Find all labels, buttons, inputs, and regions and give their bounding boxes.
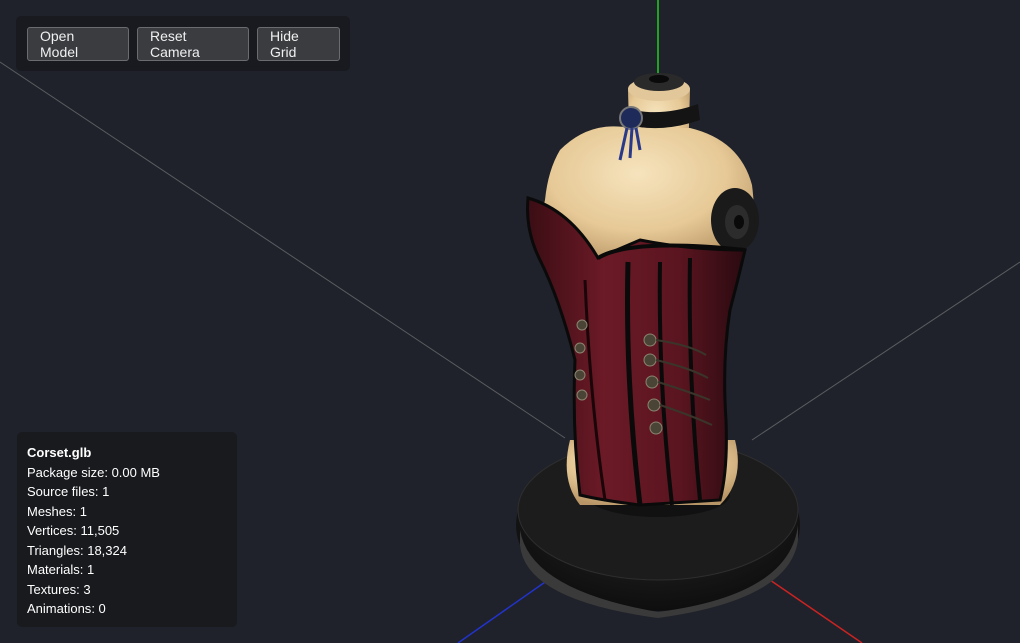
grid-line xyxy=(0,61,566,439)
stat-textures: Textures: 3 xyxy=(27,581,91,597)
open-model-button[interactable]: Open Model xyxy=(27,26,129,61)
stat-label: Meshes xyxy=(27,503,73,519)
stat-triangles: Triangles: 18,324 xyxy=(27,542,127,558)
grid-lines xyxy=(0,61,1020,441)
stat-package-size: Package size: 0.00 MB xyxy=(27,464,160,480)
stat-value: 11,505 xyxy=(80,523,120,538)
stat-label: Triangles xyxy=(27,542,80,558)
stat-value: 18,324 xyxy=(87,542,127,558)
stat-value: 0 xyxy=(98,601,106,616)
stat-meshes: Meshes: 1 xyxy=(27,503,87,519)
model-info-panel: Corset.glb Package size: 0.00 MB Source f… xyxy=(17,432,237,627)
stat-animations: Animations: 0 xyxy=(27,601,106,616)
stat-value: 1 xyxy=(86,562,95,577)
toolbar: Open Model Reset Camera Hide Grid xyxy=(16,16,350,71)
axis-x-line xyxy=(769,579,863,643)
reset-camera-button[interactable]: Reset Camera xyxy=(137,26,249,61)
stat-label: Package size xyxy=(27,464,105,480)
stat-value: 3 xyxy=(83,581,91,597)
model-stats-list: Package size: 0.00 MB Source files: 1 Mesh… xyxy=(27,463,227,619)
hide-grid-button[interactable]: Hide Grid xyxy=(257,26,340,61)
model-file-name: Corset.glb xyxy=(27,445,92,460)
stat-value: 0.00 MB xyxy=(111,464,160,480)
stat-source-files: Source files: 1 xyxy=(27,484,110,499)
stat-label: Materials xyxy=(27,562,80,577)
grid-line xyxy=(751,261,1020,441)
axis-z-line xyxy=(457,579,549,643)
stat-label: Source files xyxy=(27,484,95,499)
stat-vertices: Vertices: 11,505 xyxy=(27,523,120,538)
stat-label: Vertices xyxy=(27,523,74,538)
stat-materials: Materials: 1 xyxy=(27,562,95,577)
3d-viewport[interactable]: Open Model Reset Camera Hide Grid Corset… xyxy=(0,0,1020,643)
stat-value: 1 xyxy=(79,503,87,519)
stat-value: 1 xyxy=(102,484,110,499)
stat-label: Textures xyxy=(27,581,77,597)
stat-label: Animations xyxy=(27,601,92,616)
